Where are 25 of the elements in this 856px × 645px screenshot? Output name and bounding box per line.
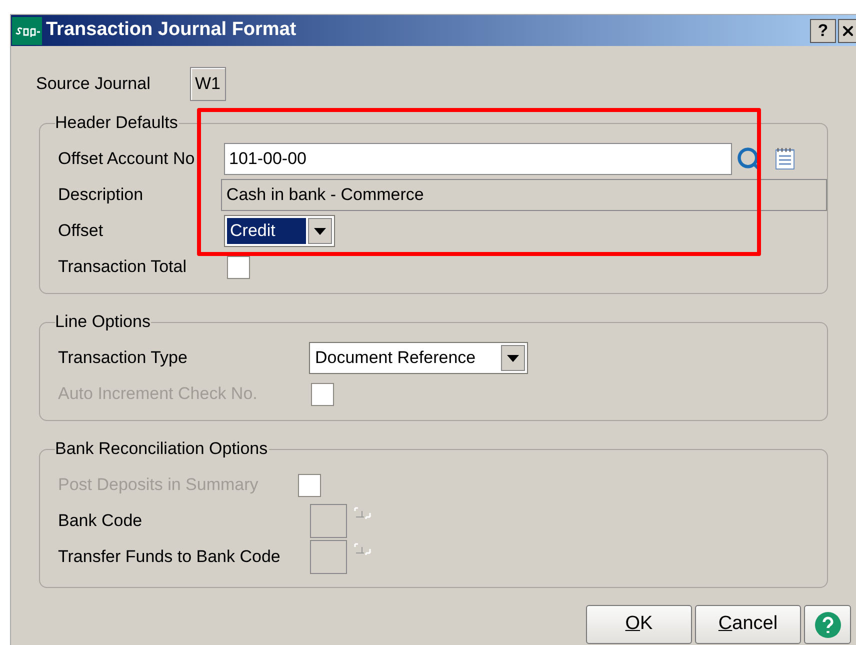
description-field: Cash in bank - Commerce <box>221 179 827 211</box>
close-button[interactable] <box>838 18 856 42</box>
field-label: Source Journal <box>36 73 152 96</box>
help-icon-button[interactable] <box>804 605 851 644</box>
help-button[interactable]: ? <box>810 18 836 42</box>
cancel-button[interactable]: Cancel <box>695 605 801 644</box>
window-title: Transaction Journal Format <box>46 18 296 42</box>
field-label: Transfer Funds to Bank Code <box>58 546 282 568</box>
offset-account-field[interactable]: 101-00-00 <box>224 143 732 175</box>
help-icon <box>814 610 842 638</box>
field-label: Offset Account No <box>58 148 196 170</box>
offset-dropdown[interactable]: Credit <box>224 215 335 247</box>
ok-button[interactable]: OK <box>586 605 692 644</box>
app-logo-icon <box>12 16 42 44</box>
transfer-code-field[interactable] <box>310 540 347 574</box>
field-label: Transaction Total <box>58 256 188 278</box>
notepad-icon[interactable] <box>774 147 796 171</box>
field-label: Bank Code <box>58 510 144 532</box>
transaction-type-dropdown[interactable]: Document Reference <box>309 342 528 374</box>
field-label: Transaction Type <box>58 347 188 370</box>
source-journal-field: W1 <box>190 67 226 101</box>
checkbox[interactable] <box>227 256 250 278</box>
bank-code-field[interactable] <box>310 504 347 538</box>
field-label: Offset <box>58 220 104 242</box>
field-label: Description <box>58 184 144 206</box>
